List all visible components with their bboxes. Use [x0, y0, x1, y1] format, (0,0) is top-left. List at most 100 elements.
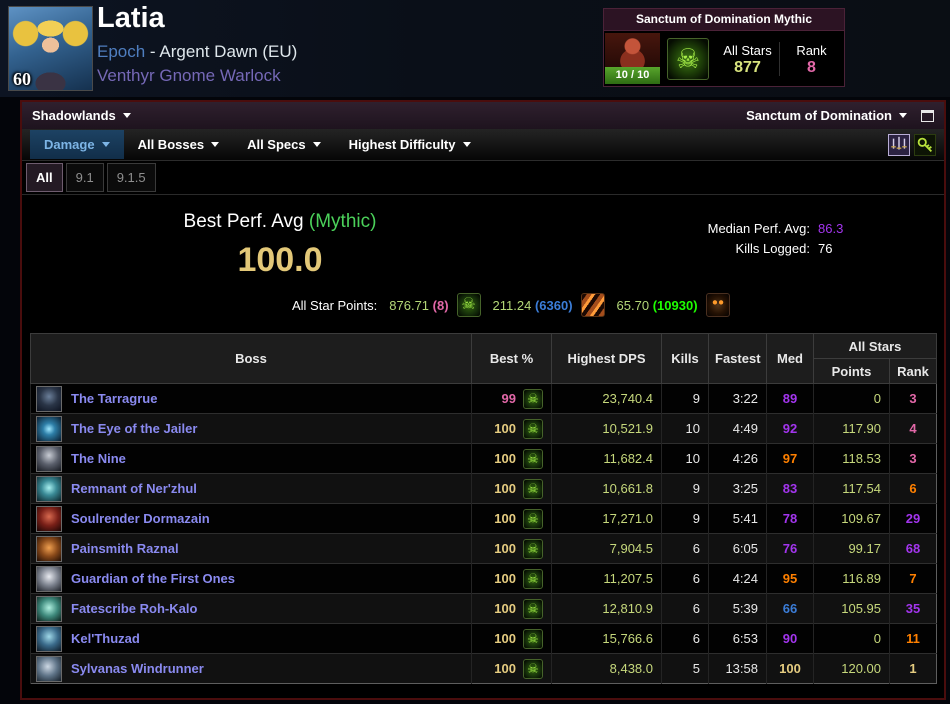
- best-perf-title: Best Perf. Avg (Mythic): [120, 211, 440, 233]
- specs-dropdown-label: All Specs: [247, 137, 306, 152]
- raid-summary-title: Sanctum of Domination Mythic: [604, 9, 844, 31]
- kills-cell: 6: [661, 563, 709, 594]
- zone-dropdown[interactable]: Sanctum of Domination: [746, 108, 907, 123]
- boss-icon: [36, 625, 62, 652]
- points-cell: 99.17: [813, 533, 890, 564]
- rank-cell: 68: [889, 533, 937, 564]
- all-stars-value: 877: [734, 58, 761, 76]
- boss-link[interactable]: Guardian of the First Ones: [71, 571, 235, 586]
- boss-icon: [36, 505, 62, 532]
- boss-icon: [36, 415, 62, 442]
- points-cell: 118.53: [813, 443, 890, 474]
- boss-icon: [36, 595, 62, 622]
- raid-summary-body: 10 / 10 ☠ All Stars 877 Rank 8: [604, 31, 844, 86]
- table-row: Sylvanas Windrunner 100 ☠ 8,438.0 5 13:5…: [30, 653, 937, 684]
- asp-rank-value: (10930): [652, 297, 698, 313]
- boss-icon: [36, 535, 62, 562]
- tab-9-1-5[interactable]: 9.1.5: [106, 163, 156, 192]
- asp-rank-value: (6360): [534, 297, 573, 313]
- table-row: The Eye of the Jailer 100 ☠ 10,521.9 10 …: [30, 413, 937, 444]
- rank-summary: Rank 8: [779, 41, 843, 76]
- boss-link[interactable]: Sylvanas Windrunner: [71, 661, 204, 676]
- boss-link[interactable]: Remnant of Ner'zhul: [71, 481, 197, 496]
- header-points: Points: [813, 358, 890, 384]
- table-row: Kel'Thuzad 100 ☠ 15,766.6 6 6:53 90 0 11: [30, 623, 937, 654]
- table-row: Soulrender Dormazain 100 ☠ 17,271.0 9 5:…: [30, 503, 937, 534]
- rank-cell: 35: [889, 593, 937, 624]
- points-cell: 109.67: [813, 503, 890, 534]
- med-percent-cell: 100: [766, 653, 814, 684]
- guild-link[interactable]: Epoch: [97, 42, 145, 61]
- asp-points-demonology: 65.70 (10930): [617, 298, 698, 313]
- chevron-down-icon: [462, 142, 471, 147]
- best-perf-value: 100.0: [237, 241, 323, 279]
- best-percent: 100: [494, 571, 516, 586]
- affliction-spec-icon: ☠: [523, 538, 543, 559]
- rank-cell: 3: [889, 383, 937, 414]
- affliction-spec-icon: ☠: [523, 658, 543, 679]
- table-row: Painsmith Raznal 100 ☠ 7,904.5 6 6:05 76…: [30, 533, 937, 564]
- bosses-dropdown[interactable]: All Bosses: [124, 131, 233, 158]
- boss-link[interactable]: Painsmith Raznal: [71, 541, 179, 556]
- boss-link[interactable]: The Eye of the Jailer: [71, 421, 197, 436]
- destruction-spec-icon: [580, 293, 605, 317]
- best-perf-difficulty: (Mythic): [308, 211, 377, 232]
- boss-link[interactable]: Kel'Thuzad: [71, 631, 140, 646]
- key-icon[interactable]: [914, 133, 936, 156]
- highest-dps-cell: 12,810.9: [551, 593, 662, 624]
- points-cell: 0: [813, 623, 890, 654]
- affliction-spec-icon: ☠: [667, 37, 709, 80]
- covenant-race-class: Venthyr Gnome Warlock: [97, 66, 281, 85]
- points-cell: 117.54: [813, 473, 890, 504]
- kills-cell: 6: [661, 533, 709, 564]
- tab-all[interactable]: All: [26, 163, 63, 192]
- best-perf-label: Best Perf. Avg: [183, 211, 304, 232]
- highest-dps-cell: 10,661.8: [551, 473, 662, 504]
- rank-cell: 6: [889, 473, 937, 504]
- kills-cell: 6: [661, 593, 709, 624]
- boss-link[interactable]: The Tarragrue: [71, 391, 157, 406]
- header-rank: Rank: [889, 358, 937, 384]
- best-percent: 100: [494, 481, 516, 496]
- points-cell: 0: [813, 383, 890, 414]
- difficulty-dropdown[interactable]: Highest Difficulty: [335, 131, 485, 158]
- zone-nav-bar: Shadowlands Sanctum of Domination: [22, 102, 944, 129]
- rank-cell: 11: [889, 623, 937, 654]
- specs-dropdown[interactable]: All Specs: [233, 131, 335, 158]
- metric-dropdown[interactable]: Damage: [30, 130, 124, 159]
- daggers-icon[interactable]: [888, 133, 910, 156]
- boss-icon: [36, 565, 62, 592]
- rank-cell: 4: [889, 413, 937, 444]
- best-percent: 99: [501, 391, 516, 406]
- best-perf-block: Best Perf. Avg (Mythic) 100.0: [120, 211, 440, 280]
- character-name: Latia: [97, 2, 165, 34]
- boss-link[interactable]: The Nine: [71, 451, 126, 466]
- realm-link[interactable]: Argent Dawn (EU): [159, 42, 297, 61]
- boss-link[interactable]: Fatescribe Roh-Kalo: [71, 601, 197, 616]
- highest-dps-cell: 8,438.0: [551, 653, 662, 684]
- tab-9-1[interactable]: 9.1: [65, 163, 104, 192]
- affliction-spec-icon: ☠: [523, 448, 543, 469]
- header-highest-dps: Highest DPS: [551, 333, 662, 384]
- fastest-cell: 4:49: [708, 413, 767, 444]
- boss-link[interactable]: Soulrender Dormazain: [71, 511, 210, 526]
- expansion-dropdown[interactable]: Shadowlands: [32, 108, 131, 123]
- fastest-cell: 13:58: [708, 653, 767, 684]
- table-row: Guardian of the First Ones 100 ☠ 11,207.…: [30, 563, 937, 594]
- best-percent: 100: [494, 661, 516, 676]
- all-stars-summary: All Stars 877: [716, 42, 779, 76]
- character-avatar: 60: [8, 6, 93, 91]
- fastest-cell: 5:39: [708, 593, 767, 624]
- highest-dps-cell: 23,740.4: [551, 383, 662, 414]
- table-row: Remnant of Ner'zhul 100 ☠ 10,661.8 9 3:2…: [30, 473, 937, 504]
- header-med: Med: [766, 333, 814, 384]
- kills-logged-value: 76: [818, 241, 833, 256]
- affliction-spec-icon: ☠: [523, 598, 543, 619]
- difficulty-dropdown-label: Highest Difficulty: [348, 137, 456, 152]
- boss-table-header: Boss Best % Highest DPS Kills Fastest Me…: [30, 333, 937, 384]
- affliction-spec-icon: ☠: [523, 628, 543, 649]
- popout-window-icon[interactable]: [921, 109, 934, 122]
- metric-dropdown-label: Damage: [44, 137, 95, 152]
- kills-logged-label: Kills Logged:: [735, 241, 810, 256]
- expansion-dropdown-label: Shadowlands: [32, 108, 116, 123]
